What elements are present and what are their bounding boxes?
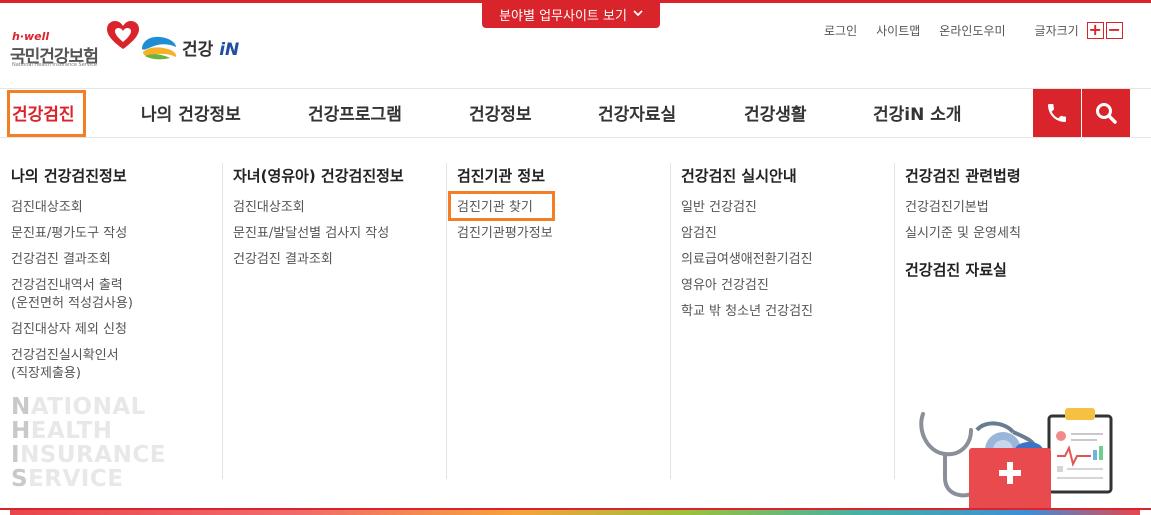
menu-link-youth-checkup[interactable]: 학교 밖 청소년 건강검진 <box>681 303 813 321</box>
watermark-line: HEALTH <box>11 419 166 443</box>
health-in-logo-text: 건강 iN <box>182 35 239 60</box>
global-navigation: 건강검진 나의 건강정보 건강프로그램 건강정보 건강자료실 건강생활 건강iN… <box>0 88 1151 138</box>
menu-link-confirmation[interactable]: 건강검진실시확인서 (직장제출용) <box>11 347 133 383</box>
business-site-toggle-label: 분야별 업무사이트 보기 <box>499 8 627 24</box>
menu-link-questionnaire[interactable]: 문진표/평가도구 작성 <box>11 225 133 243</box>
menu-link-cancer-screening[interactable]: 암검진 <box>681 225 813 243</box>
menu-link-checkup-library[interactable]: 건강검진 자료실 <box>905 259 1021 280</box>
watermark-text: EALTH <box>30 418 113 444</box>
menu-link-history-print[interactable]: 건강검진내역서 출력 (운전면허 적성검사용) <box>11 277 133 313</box>
menu-column-my-checkup: 나의 건강검진정보 검진대상조회 문진표/평가도구 작성 건강검진 결과조회 건… <box>11 165 133 391</box>
gnb-item-health-checkup[interactable]: 건강검진 <box>12 100 75 125</box>
business-site-toggle-button[interactable]: 분야별 업무사이트 보기 <box>482 0 660 28</box>
selected-link-highlight <box>448 191 555 221</box>
online-help-link[interactable]: 온라인도우미 <box>939 22 1005 39</box>
nhis-watermark: NATIONAL HEALTH INSURANCE SERVICE <box>11 395 166 491</box>
font-size-label: 글자크기 <box>1034 24 1079 38</box>
utility-links: 로그인 사이트맵 온라인도우미 글자크기 + − <box>824 22 1125 39</box>
menu-link-basic-law[interactable]: 건강검진기본법 <box>905 199 1021 217</box>
watermark-line: INSURANCE <box>11 443 166 467</box>
gnb-item-health-life[interactable]: 건강생활 <box>744 100 807 125</box>
health-in-logo[interactable]: 건강 iN <box>140 30 245 64</box>
watermark-line: NATIONAL <box>11 395 166 419</box>
column-title: 건강검진 실시안내 <box>681 167 797 185</box>
gnb-item-about-health-in[interactable]: 건강iN 소개 <box>873 100 962 125</box>
menu-link-development-screening[interactable]: 문진표/발달선별 검사지 작성 <box>233 225 404 243</box>
banner-strip <box>10 510 1140 515</box>
menu-link-child-result-lookup[interactable]: 건강검진 결과조회 <box>233 251 404 269</box>
health-in-logo-mark-icon <box>142 36 177 60</box>
menu-link-child-target-lookup[interactable]: 검진대상조회 <box>233 199 404 217</box>
column-title: 나의 건강검진정보 <box>11 167 127 185</box>
menu-link-history-print-line1: 건강검진내역서 출력 <box>11 278 123 293</box>
menu-link-confirmation-line2: (직장제출용) <box>11 366 81 381</box>
watermark-text: ERVICE <box>28 466 124 492</box>
menu-column-child-checkup: 자녀(영유아) 건강검진정보 검진대상조회 문진표/발달선별 검사지 작성 건강… <box>233 165 404 277</box>
font-decrease-button[interactable]: − <box>1105 22 1123 39</box>
menu-link-general-checkup[interactable]: 일반 건강검진 <box>681 199 813 217</box>
phone-button[interactable] <box>1033 89 1081 137</box>
font-increase-button[interactable]: + <box>1086 22 1104 39</box>
watermark-text: NSURANCE <box>20 442 166 468</box>
clipboard-icon <box>1047 408 1113 494</box>
watermark-initial: H <box>11 418 31 444</box>
column-title: 자녀(영유아) 건강검진정보 <box>233 167 404 185</box>
menu-link-confirmation-line1: 건강검진실시확인서 <box>11 348 119 363</box>
medical-illustration <box>919 408 1113 512</box>
watermark-line: SERVICE <box>11 467 166 491</box>
column-title: 건강검진 관련법령 <box>905 167 1021 185</box>
nhis-logo-english: National Health Insurance Service <box>12 62 98 68</box>
phone-icon <box>1048 104 1066 122</box>
column-divider <box>894 163 895 479</box>
gnb-item-health-library[interactable]: 건강자료실 <box>598 100 676 125</box>
menu-link-infant-checkup[interactable]: 영유아 건강검진 <box>681 277 813 295</box>
chevron-down-icon <box>633 9 643 20</box>
gnb-item-health-program[interactable]: 건강프로그램 <box>308 100 402 125</box>
watermark-initial: I <box>11 442 21 468</box>
menu-link-result-lookup[interactable]: 건강검진 결과조회 <box>11 251 133 269</box>
heart-logo-icon <box>107 21 139 49</box>
menu-link-medical-aid-checkup[interactable]: 의료급여생애전환기검진 <box>681 251 813 269</box>
gnb-item-my-health-info[interactable]: 나의 건강정보 <box>141 100 241 125</box>
menu-column-laws: 건강검진 관련법령 건강검진기본법 실시기준 및 운영세칙 건강검진 자료실 <box>905 165 1021 293</box>
watermark-initial: N <box>11 394 31 420</box>
menu-link-target-lookup[interactable]: 검진대상조회 <box>11 199 133 217</box>
column-divider <box>670 163 671 479</box>
menu-link-institution-evaluation[interactable]: 검진기관평가정보 <box>457 225 553 243</box>
health-in-logo-suffix: iN <box>219 39 240 60</box>
login-link[interactable]: 로그인 <box>824 22 857 39</box>
gnb-item-health-info[interactable]: 건강정보 <box>469 100 532 125</box>
menu-column-checkup-guide: 건강검진 실시안내 일반 건강검진 암검진 의료급여생애전환기검진 영유아 건강… <box>681 165 813 329</box>
menu-link-history-print-line2: (운전면허 적성검사용) <box>11 296 133 311</box>
search-icon <box>1096 103 1117 124</box>
search-button[interactable] <box>1082 89 1130 137</box>
sitemap-link[interactable]: 사이트맵 <box>876 22 920 39</box>
column-title: 검진기관 정보 <box>457 167 546 185</box>
medical-kit-icon <box>969 448 1051 512</box>
health-in-logo-prefix: 건강 <box>182 39 214 60</box>
watermark-initial: S <box>11 466 29 492</box>
column-divider <box>446 163 447 479</box>
watermark-text: ATIONAL <box>30 394 146 420</box>
nhis-logo[interactable]: h·well 국민건강보험 National Health Insurance … <box>10 20 139 70</box>
menu-link-operating-rules[interactable]: 실시기준 및 운영세칙 <box>905 225 1021 243</box>
column-divider <box>222 163 223 479</box>
menu-link-exclusion-request[interactable]: 검진대상자 제외 신청 <box>11 321 133 339</box>
